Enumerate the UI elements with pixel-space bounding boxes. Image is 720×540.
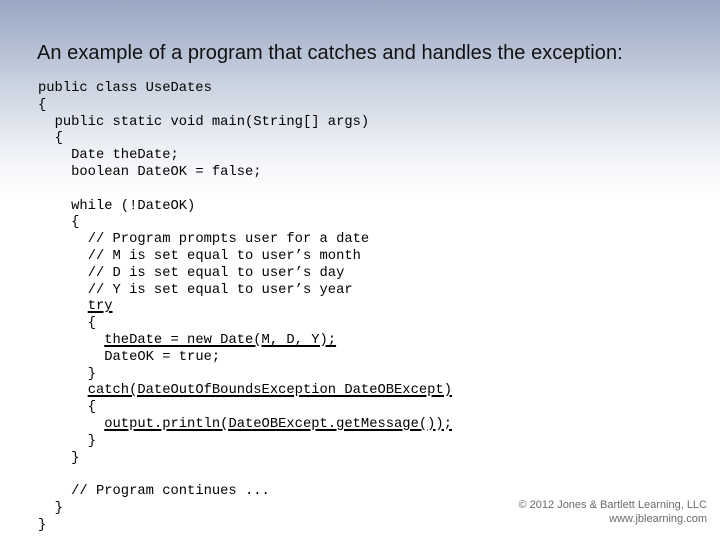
code-text: try — [87, 299, 113, 315]
code-line: } — [38, 434, 452, 451]
code-text: output.println(DateOBExcept.getMessage()… — [104, 416, 452, 432]
code-text: // Program continues ... — [71, 484, 270, 500]
code-line: } — [38, 501, 452, 518]
code-line-try: try — [38, 299, 452, 316]
code-comment-line: // D is set equal to user’s day — [38, 266, 452, 283]
code-text: } — [71, 450, 80, 466]
code-line: { — [38, 131, 452, 148]
code-text: } — [87, 366, 96, 382]
code-text: { — [87, 316, 96, 332]
publisher-website: www.jblearning.com — [609, 512, 707, 525]
code-text: // Y is set equal to user’s year — [87, 282, 353, 298]
code-line: } — [38, 451, 452, 468]
code-text: theDate = new Date(M, D, Y); — [104, 332, 337, 348]
code-comment-line: // M is set equal to user’s month — [38, 249, 452, 266]
code-text: { — [54, 131, 63, 147]
code-line: } — [38, 367, 452, 384]
copyright-text: © 2012 Jones & Bartlett Learning, LLC — [518, 499, 708, 511]
code-text: { — [87, 400, 96, 416]
code-line: { — [38, 215, 452, 232]
slide-title: An example of a program that catches and… — [37, 42, 623, 64]
code-line: public static void main(String[] args) — [38, 115, 452, 132]
code-line: public class UseDates — [38, 81, 452, 98]
code-comment-line: // Y is set equal to user’s year — [38, 283, 452, 300]
code-comment-line: // Program continues ... — [38, 484, 452, 501]
code-text: // M is set equal to user’s month — [87, 248, 361, 264]
code-text: public class UseDates — [38, 81, 212, 96]
code-text: { — [38, 97, 47, 113]
code-line: { — [38, 316, 452, 333]
code-text: boolean DateOK = false; — [71, 164, 262, 180]
code-text: while (!DateOK) — [71, 198, 196, 214]
code-text: } — [54, 500, 63, 516]
code-line: { — [38, 400, 452, 417]
code-text: // Program prompts user for a date — [87, 232, 370, 248]
code-line: boolean DateOK = false; — [38, 165, 452, 182]
code-line: output.println(DateOBExcept.getMessage()… — [38, 417, 452, 434]
code-text: // D is set equal to user’s day — [87, 265, 345, 281]
code-text: } — [87, 433, 96, 449]
code-line: while (!DateOK) — [38, 199, 452, 216]
code-line: theDate = new Date(M, D, Y); — [38, 333, 452, 350]
code-text: catch(DateOutOfBoundsException DateOBExc… — [87, 383, 452, 399]
code-line: Date theDate; — [38, 148, 452, 165]
code-line: } — [38, 518, 452, 535]
code-line: DateOK = true; — [38, 350, 452, 367]
code-text: Date theDate; — [71, 148, 179, 164]
code-listing: public class UseDates { public static vo… — [38, 81, 452, 535]
code-text: DateOK = true; — [104, 349, 221, 365]
code-line-catch: catch(DateOutOfBoundsException DateOBExc… — [38, 383, 452, 400]
code-text: { — [71, 215, 80, 231]
copyright-notice: © 2012 Jones & Bartlett Learning, LLC ww… — [519, 499, 708, 526]
code-text: public static void main(String[] args) — [54, 114, 370, 130]
code-line: { — [38, 98, 452, 115]
code-comment-line: // Program prompts user for a date — [38, 232, 452, 249]
code-text: } — [38, 517, 47, 533]
